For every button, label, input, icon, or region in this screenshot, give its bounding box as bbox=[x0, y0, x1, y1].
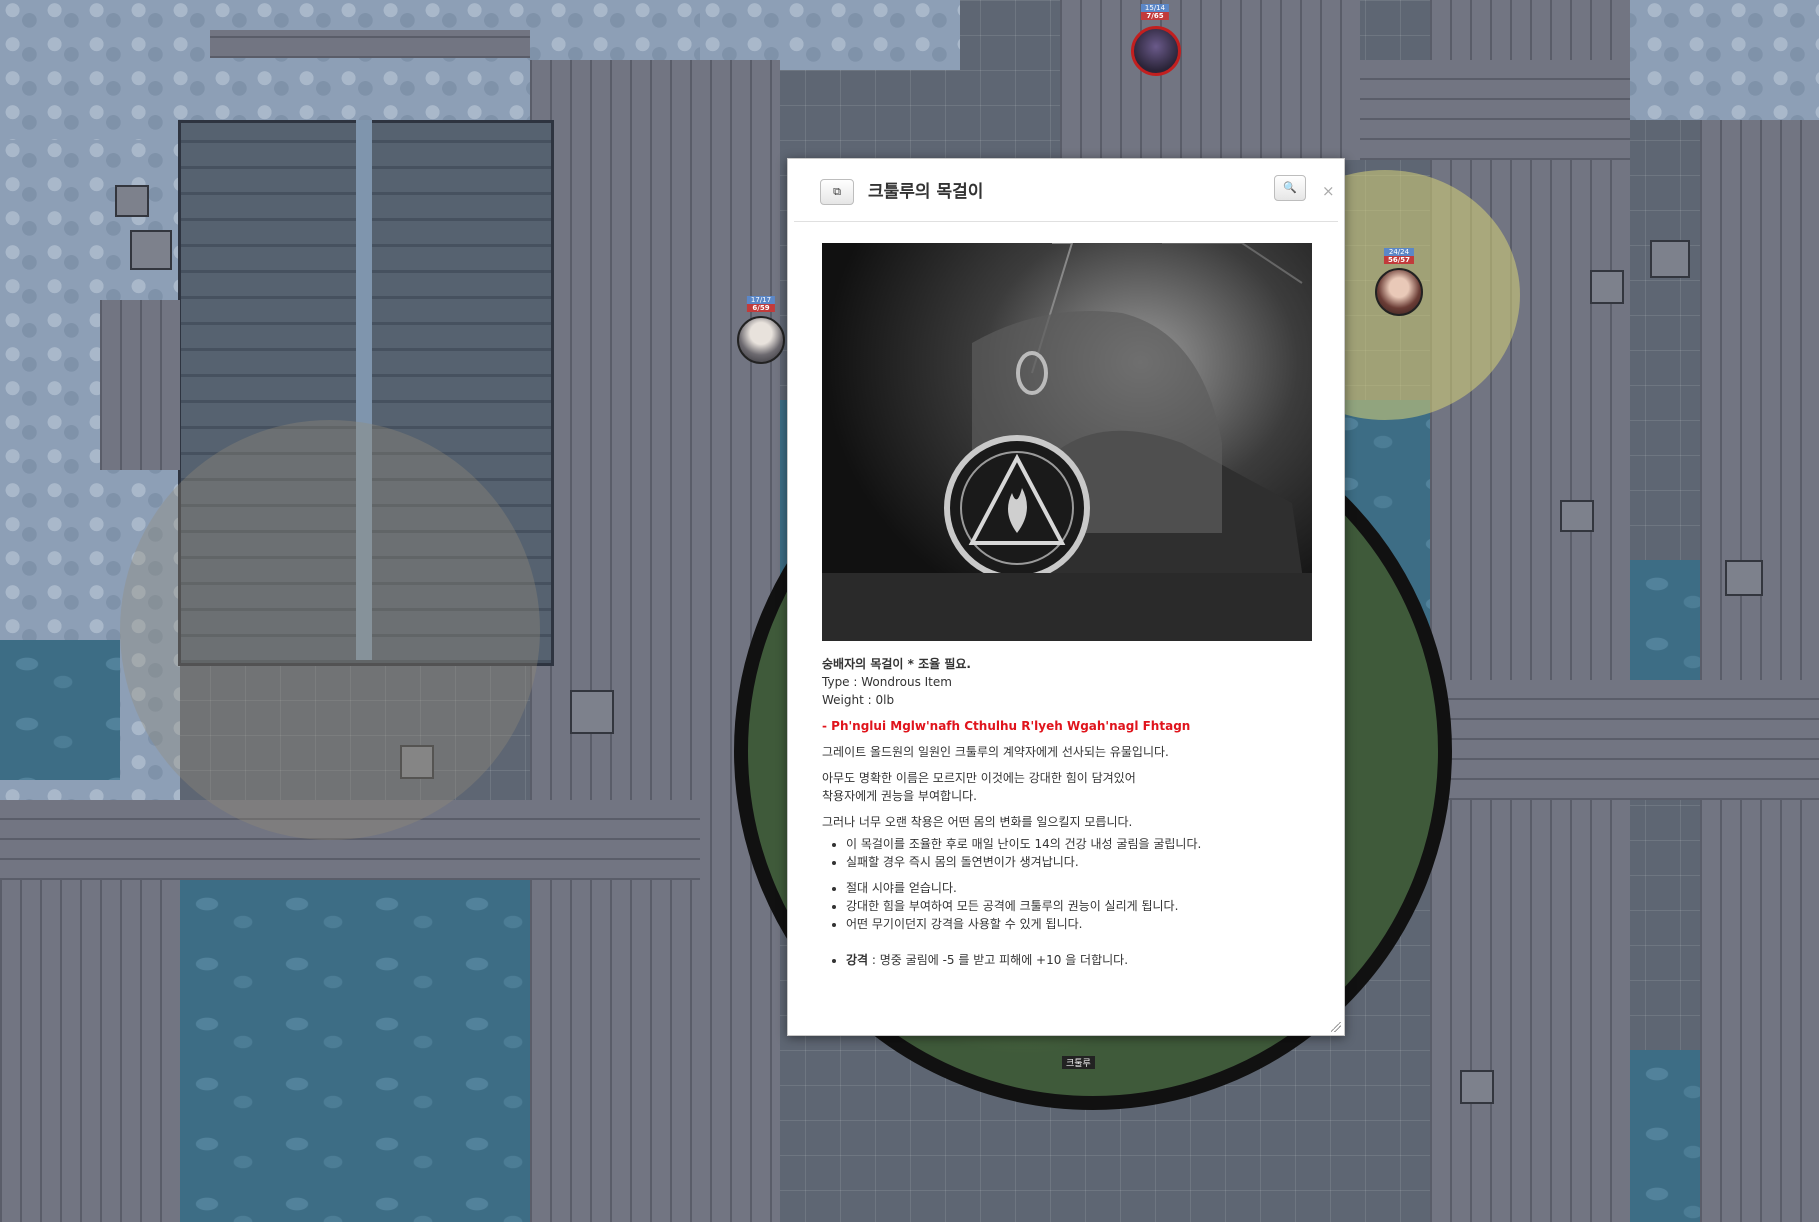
item-type-line: Type : Wondrous Item bbox=[822, 675, 952, 689]
item-dialog[interactable]: ⧉ 크툴루의 목걸이 🔍 × 숭배자의 목걸이 * 조율 필요. Type : bbox=[787, 158, 1345, 1036]
power-name: 강격 bbox=[846, 953, 869, 967]
description-paragraph: 착용자에게 권능을 부여합니다. bbox=[822, 789, 977, 803]
crate bbox=[1590, 270, 1624, 304]
shadow-area bbox=[120, 420, 540, 840]
popout-icon: ⧉ bbox=[833, 185, 841, 198]
list-item: 강대한 힘을 부여하여 모든 공격에 크툴루의 권능이 실리게 됩니다. bbox=[846, 897, 1314, 915]
water bbox=[0, 640, 120, 780]
crate bbox=[1650, 240, 1690, 278]
wooden-beam bbox=[210, 30, 530, 58]
description-paragraph: 그레이트 올드원의 일원인 크툴루의 계약자에게 선사되는 유물입니다. bbox=[822, 745, 1169, 759]
token-top[interactable]: 15/14 7/65 bbox=[1130, 4, 1181, 76]
search-icon: 🔍 bbox=[1283, 181, 1297, 194]
wooden-dock bbox=[530, 60, 780, 1222]
token-right[interactable]: 24/24 56/57 bbox=[1374, 248, 1424, 318]
wooden-dock bbox=[1060, 0, 1360, 160]
resize-handle[interactable] bbox=[1331, 1022, 1341, 1032]
description-paragraph: 아무도 명확한 이름은 모르지만 이것에는 강대한 힘이 담겨있어 bbox=[822, 771, 1136, 785]
crate bbox=[1460, 1070, 1494, 1104]
dialog-body: 숭배자의 목걸이 * 조율 필요. Type : Wondrous Item W… bbox=[822, 243, 1314, 969]
well-label: 크툴루 bbox=[1062, 1056, 1095, 1069]
crate bbox=[1560, 500, 1594, 532]
benefits-list: 절대 시야를 얻습니다. 강대한 힘을 부여하여 모든 공격에 크툴루의 권능이… bbox=[822, 879, 1314, 933]
wooden-walkway bbox=[1430, 680, 1819, 800]
pendant-image bbox=[822, 243, 1312, 641]
token-bar2: 7/65 bbox=[1140, 12, 1170, 20]
list-item: 어떤 무기이던지 강격을 사용할 수 있게 됩니다. bbox=[846, 915, 1314, 933]
token-left[interactable]: 17/17 6/59 bbox=[734, 296, 788, 368]
item-weight-line: Weight : 0lb bbox=[822, 693, 895, 707]
wooden-walkway bbox=[1340, 60, 1630, 160]
token-bar1: 24/24 bbox=[1383, 248, 1415, 256]
close-button[interactable]: × bbox=[1322, 183, 1335, 199]
wooden-dock bbox=[0, 880, 180, 1222]
incantation-line: - Ph'nglui Mglw'nafh Cthulhu R'lyeh Wgah… bbox=[822, 719, 1191, 733]
list-item: 이 목걸이를 조율한 후로 매일 난이도 14의 건강 내성 굴림을 굴립니다. bbox=[846, 835, 1314, 853]
token-bar2: 6/59 bbox=[746, 304, 776, 312]
wooden-dock bbox=[1700, 120, 1819, 1222]
list-item: 강격 : 명중 굴림에 -5 를 받고 피해에 +10 을 더합니다. bbox=[846, 951, 1314, 969]
stone-floor bbox=[1600, 0, 1819, 120]
popout-button[interactable]: ⧉ bbox=[820, 179, 854, 205]
item-name-line: 숭배자의 목걸이 * 조율 필요. bbox=[822, 657, 971, 671]
power-description: : 명중 굴림에 -5 를 받고 피해에 +10 을 더합니다. bbox=[868, 953, 1129, 967]
water bbox=[180, 880, 550, 1222]
crate bbox=[130, 230, 172, 270]
token-portrait bbox=[1375, 268, 1423, 316]
crate bbox=[115, 185, 149, 217]
water bbox=[1630, 1050, 1710, 1222]
search-button[interactable]: 🔍 bbox=[1274, 175, 1306, 201]
token-bar1: 17/17 bbox=[746, 296, 776, 304]
dialog-header[interactable]: ⧉ 크툴루의 목걸이 🔍 × bbox=[794, 159, 1338, 222]
list-item: 절대 시야를 얻습니다. bbox=[846, 879, 1314, 897]
crate bbox=[570, 690, 614, 734]
token-portrait bbox=[1131, 26, 1181, 76]
wooden-dock bbox=[1430, 0, 1630, 1222]
attunement-list: 이 목걸이를 조율한 후로 매일 난이도 14의 건강 내성 굴림을 굴립니다.… bbox=[822, 835, 1314, 871]
token-bar1: 15/14 bbox=[1140, 4, 1170, 12]
dialog-title: 크툴루의 목걸이 bbox=[868, 182, 984, 202]
token-portrait bbox=[737, 316, 785, 364]
token-bar2: 56/57 bbox=[1383, 256, 1415, 264]
power-list: 강격 : 명중 굴림에 -5 를 받고 피해에 +10 을 더합니다. bbox=[822, 951, 1314, 969]
wooden-dock bbox=[100, 300, 180, 470]
description-paragraph: 그러나 너무 오랜 착용은 어떤 몸의 변화를 일으킬지 모릅니다. bbox=[822, 815, 1133, 829]
crate bbox=[1725, 560, 1763, 596]
list-item: 실패할 경우 즉시 몸의 돌연변이가 생겨납니다. bbox=[846, 853, 1314, 871]
